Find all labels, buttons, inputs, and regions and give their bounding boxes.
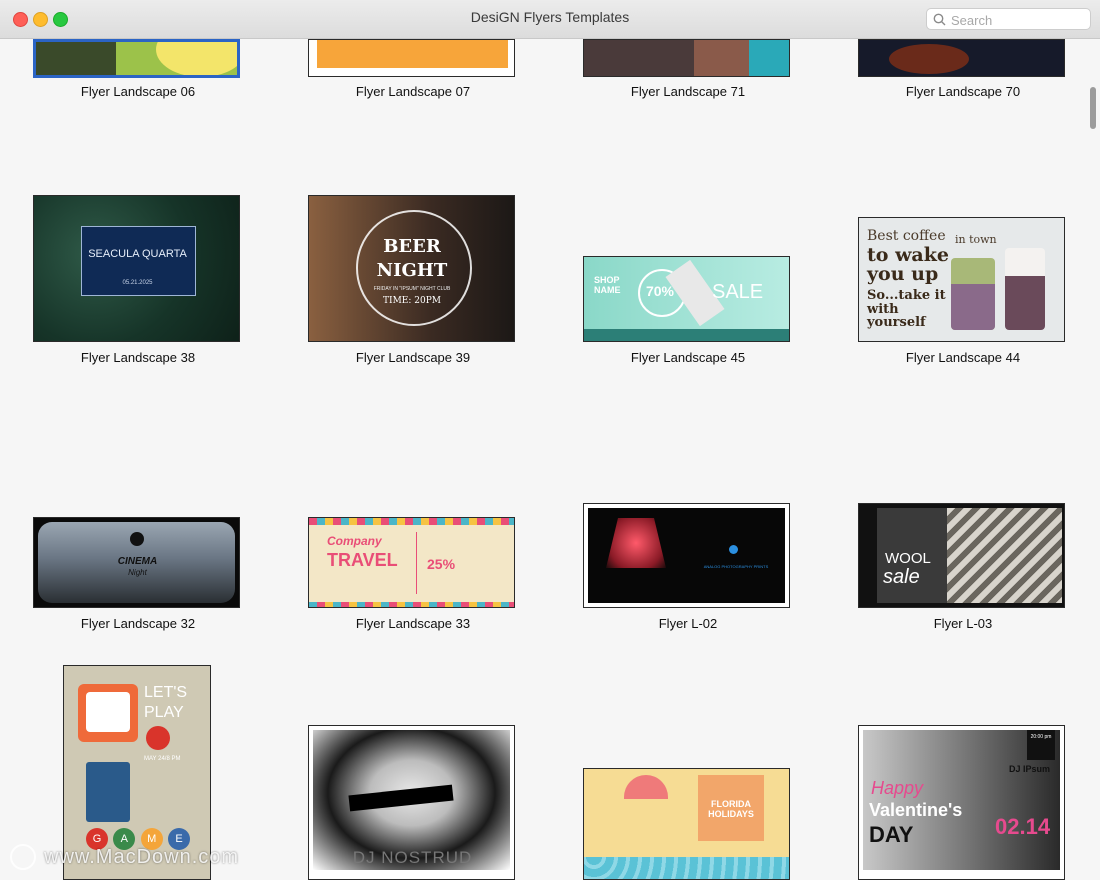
template-thumbnail[interactable]: ANALOG PHOTOGRAPHY PRINTS [583,503,790,608]
template-thumbnail[interactable] [858,39,1065,77]
template-label: Flyer Landscape 07 [355,84,471,99]
template-thumbnail[interactable] [33,39,240,78]
title-bar: DesiGN Flyers Templates [0,0,1100,39]
template-label: Flyer Landscape 38 [80,350,196,365]
template-thumbnail[interactable]: WOOL sale [858,503,1065,608]
template-thumbnail[interactable] [308,39,515,77]
template-thumbnail[interactable]: SHOP NAME 70% SALE [583,256,790,342]
template-label: Flyer Landscape 33 [355,616,471,631]
template-grid: Flyer Landscape 06 Flyer Landscape 07 Fl… [0,39,1100,880]
template-thumbnail[interactable]: FLORIDA HOLIDAYS [583,768,790,880]
magnifier-icon [933,13,946,26]
vertical-scrollbar-thumb[interactable] [1090,87,1096,129]
template-thumbnail[interactable]: SEACULA QUARTA 05.21.2025 [33,195,240,342]
template-label: Flyer Landscape 32 [80,616,196,631]
template-thumbnail[interactable]: 20:00 pm DJ IPsum Happy Valentine's DAY … [858,725,1065,880]
template-label: Flyer Landscape 39 [355,350,471,365]
template-label: Flyer L-03 [933,616,993,631]
template-label: Flyer Landscape 06 [80,84,196,99]
template-label: Flyer Landscape 44 [905,350,1021,365]
template-thumbnail[interactable]: Company TRAVEL 25% [308,517,515,608]
template-label: Flyer Landscape 70 [905,84,1021,99]
template-thumbnail[interactable] [583,39,790,77]
template-thumbnail[interactable]: CINEMA Night [33,517,240,608]
template-label: Flyer L-02 [658,616,718,631]
template-label: Flyer Landscape 71 [630,84,746,99]
watermark-text: www.MacDown.com [44,846,240,868]
search-input[interactable] [949,10,1089,30]
template-label: Flyer Landscape 45 [630,350,746,365]
watermark-logo-icon [10,844,36,870]
template-thumbnail[interactable]: Best coffee in town to wake you up So...… [858,217,1065,342]
template-thumbnail[interactable]: BEER NIGHT FRIDAY IN "IPSUM" NIGHT CLUB … [308,195,515,342]
search-field[interactable] [926,8,1091,30]
template-thumbnail[interactable]: DJ NOSTRUD [308,725,515,880]
